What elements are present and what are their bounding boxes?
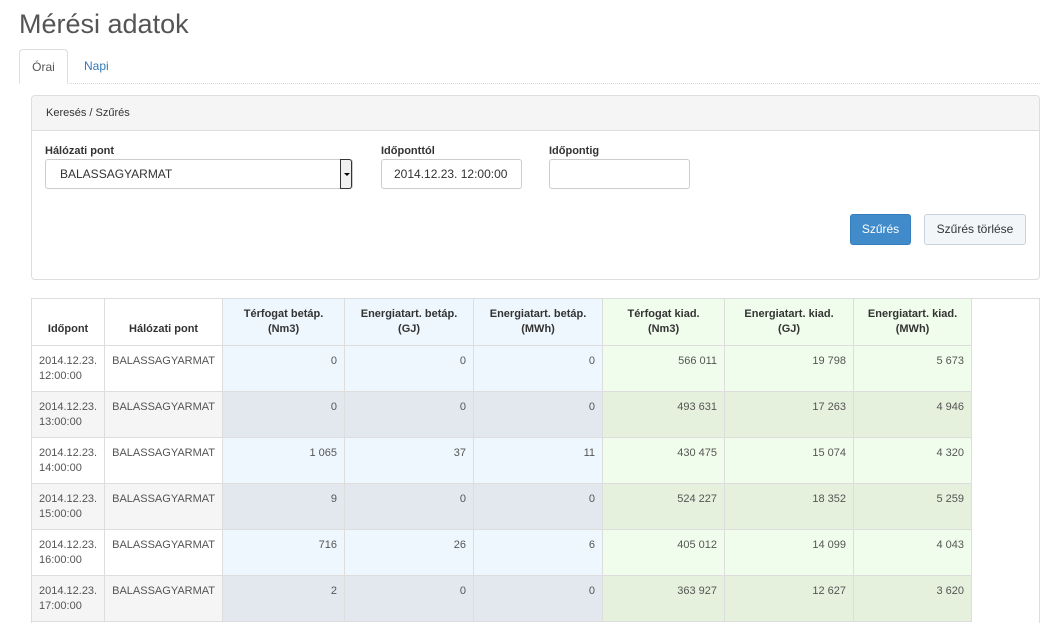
cell-time: 2014.12.23. 16:00:00	[32, 529, 106, 576]
page: Mérési adatok Órai Napi Keresés / Szűrés…	[0, 0, 1057, 623]
cell-energy-out-gj: 14 099	[724, 529, 855, 576]
cell-volume-in: 9	[222, 483, 346, 530]
cell-network-point: BALASSAGYARMAT	[104, 437, 224, 484]
cell-hour: 14:00:00	[39, 461, 82, 474]
cell-energy-out-gj: 17 263	[724, 391, 855, 438]
cell-energy-in-mwh: 0	[473, 391, 604, 438]
cell-time: 2014.12.23. 12:00:00	[32, 345, 106, 392]
cell-network-point: BALASSAGYARMAT	[104, 391, 224, 438]
cell-hour: 16:00:00	[39, 553, 82, 566]
table-row: 2014.12.23. 12:00:00 BALASSAGYARMAT 0 0 0 566 …	[32, 345, 973, 392]
cell-volume-in: 716	[222, 529, 346, 576]
cell-hour: 15:00:00	[39, 507, 82, 520]
cell-energy-in-mwh: 0	[473, 345, 604, 392]
tab-bar: Órai Napi	[19, 49, 1040, 84]
from-label: Időponttól	[381, 145, 435, 157]
column-header-energy-out-gj[interactable]: Energiatart. kiad. (GJ)	[724, 299, 855, 346]
cell-volume-out: 493 631	[602, 391, 726, 438]
cell-energy-in-mwh: 6	[473, 529, 604, 576]
cell-energy-in-gj: 0	[344, 575, 475, 622]
cell-energy-out-mwh: 4 320	[853, 437, 973, 484]
network-point-select[interactable]: BALASSAGYARMAT	[45, 159, 353, 189]
cell-energy-in-gj: 0	[344, 391, 475, 438]
column-header-energy-in-gj[interactable]: Energiatart. betáp. (GJ)	[344, 299, 475, 346]
cell-network-point: BALASSAGYARMAT	[104, 483, 224, 530]
column-header-volume-in[interactable]: Térfogat betáp. (Nm3)	[222, 299, 346, 346]
cell-hour: 13:00:00	[39, 415, 82, 428]
tab-orai[interactable]: Órai	[19, 49, 68, 84]
cell-volume-out: 430 475	[602, 437, 726, 484]
cell-volume-in: 0	[222, 391, 346, 438]
column-header-energy-out-mwh[interactable]: Energiatart. kiad. (MWh)	[853, 299, 973, 346]
cell-energy-in-mwh: 0	[473, 575, 604, 622]
cell-date: 2014.12.23.	[39, 538, 98, 551]
cell-energy-in-gj: 26	[344, 529, 475, 576]
cell-energy-in-gj: 37	[344, 437, 475, 484]
column-header-time[interactable]: Időpont	[32, 299, 106, 346]
cell-time: 2014.12.23. 14:00:00	[32, 437, 106, 484]
table-row: 2014.12.23. 13:00:00 BALASSAGYARMAT 0 0 0 493 …	[32, 391, 973, 438]
filter-panel: Keresés / Szűrés Hálózati pont BALASSAGY…	[31, 95, 1040, 280]
cell-volume-out: 524 227	[602, 483, 726, 530]
chevron-down-icon[interactable]	[340, 159, 352, 189]
cell-time: 2014.12.23. 13:00:00	[32, 391, 106, 438]
cell-hour: 12:00:00	[39, 369, 82, 382]
cell-volume-in: 0	[222, 345, 346, 392]
tab-napi[interactable]: Napi	[70, 49, 123, 83]
column-header-volume-out[interactable]: Térfogat kiad. (Nm3)	[602, 299, 726, 346]
network-point-label: Hálózati pont	[45, 145, 115, 157]
table-row: 2014.12.23. 15:00:00 BALASSAGYARMAT 9 0 0 524 …	[32, 483, 973, 530]
clear-filter-button[interactable]: Szűrés törlése	[924, 214, 1026, 245]
table-body: 2014.12.23. 12:00:00 BALASSAGYARMAT 0 0 0 566 …	[32, 345, 973, 622]
measurement-table: Időpont Hálózati pont Térfogat betáp. (Nm…	[32, 299, 973, 622]
cell-volume-in: 2	[222, 575, 346, 622]
cell-time: 2014.12.23. 15:00:00	[32, 483, 106, 530]
cell-volume-out: 405 012	[602, 529, 726, 576]
cell-energy-out-mwh: 4 043	[853, 529, 973, 576]
cell-hour: 17:00:00	[39, 599, 82, 612]
cell-energy-out-mwh: 3 620	[853, 575, 973, 622]
cell-energy-out-gj: 12 627	[724, 575, 855, 622]
cell-energy-out-mwh: 5 673	[853, 345, 973, 392]
column-header-energy-in-mwh[interactable]: Energiatart. betáp. (MWh)	[473, 299, 604, 346]
cell-energy-in-mwh: 0	[473, 483, 604, 530]
cell-energy-out-gj: 18 352	[724, 483, 855, 530]
filter-button[interactable]: Szűrés	[850, 214, 911, 245]
cell-date: 2014.12.23.	[39, 446, 98, 459]
cell-network-point: BALASSAGYARMAT	[104, 529, 224, 576]
cell-energy-out-mwh: 5 259	[853, 483, 973, 530]
cell-time: 2014.12.23. 17:00:00	[32, 575, 106, 622]
table-row: 2014.12.23. 14:00:00 BALASSAGYARMAT 1 065 37…	[32, 437, 973, 484]
page-title: Mérési adatok	[19, 9, 189, 39]
cell-date: 2014.12.23.	[39, 354, 98, 367]
cell-energy-out-mwh: 4 946	[853, 391, 973, 438]
cell-date: 2014.12.23.	[39, 400, 98, 413]
table-row: 2014.12.23. 17:00:00 BALASSAGYARMAT 2 0 0 363 …	[32, 575, 973, 622]
cell-volume-out: 363 927	[602, 575, 726, 622]
cell-energy-out-gj: 19 798	[724, 345, 855, 392]
cell-volume-in: 1 065	[222, 437, 346, 484]
cell-energy-in-gj: 0	[344, 483, 475, 530]
table-header-row: Időpont Hálózati pont Térfogat betáp. (Nm…	[32, 299, 973, 346]
to-input[interactable]	[549, 159, 690, 189]
cell-date: 2014.12.23.	[39, 492, 98, 505]
from-input[interactable]: 2014.12.23. 12:00:00	[381, 159, 522, 189]
cell-energy-in-mwh: 11	[473, 437, 604, 484]
cell-network-point: BALASSAGYARMAT	[104, 575, 224, 622]
cell-volume-out: 566 011	[602, 345, 726, 392]
cell-energy-out-gj: 15 074	[724, 437, 855, 484]
filter-panel-heading: Keresés / Szűrés	[32, 96, 1039, 131]
cell-energy-in-gj: 0	[344, 345, 475, 392]
cell-date: 2014.12.23.	[39, 584, 98, 597]
column-header-network-point[interactable]: Hálózati pont	[104, 299, 224, 346]
cell-network-point: BALASSAGYARMAT	[104, 345, 224, 392]
network-point-value: BALASSAGYARMAT	[60, 167, 173, 181]
to-label: Időpontig	[549, 145, 600, 157]
measurement-table-container: Időpont Hálózati pont Térfogat betáp. (Nm…	[31, 298, 1040, 623]
table-row: 2014.12.23. 16:00:00 BALASSAGYARMAT 716 26 6 4…	[32, 529, 973, 576]
